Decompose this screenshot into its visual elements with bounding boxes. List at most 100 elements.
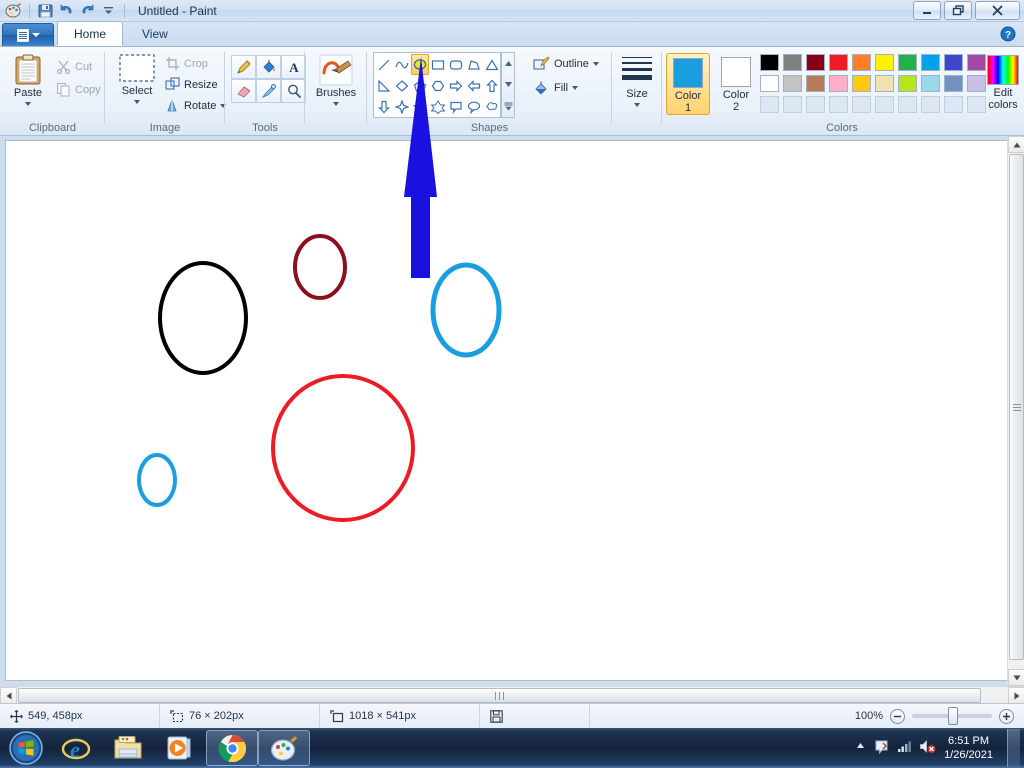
save-icon[interactable] [37,2,54,19]
palette-swatch-r2-c6[interactable] [875,75,894,92]
shape-up-arrow[interactable] [483,75,500,96]
palette-swatch-r3-c5[interactable] [852,96,871,113]
zoom-out-icon[interactable] [890,708,905,724]
scroll-right-icon[interactable] [1008,687,1024,704]
rotate-button[interactable]: Rotate [165,98,227,113]
file-menu-button[interactable] [2,23,54,46]
action-center-icon[interactable] [874,739,889,757]
restore-button[interactable] [944,1,972,20]
tab-view[interactable]: View [126,22,184,46]
volume-muted-icon[interactable] [919,739,936,757]
shape-hexagon[interactable] [429,75,447,96]
palette-swatch-r3-c7[interactable] [898,96,917,113]
palette-swatch-r2-c1[interactable] [760,75,779,92]
vertical-scrollbar[interactable] [1007,136,1024,686]
customize-qat-icon[interactable] [100,2,117,19]
fill-with-color-icon[interactable] [256,55,281,79]
undo-icon[interactable] [58,2,75,19]
zoom-in-icon[interactable] [999,708,1014,724]
scroll-left-icon[interactable] [0,687,17,704]
palette-swatch-r1-c2[interactable] [783,54,802,71]
palette-swatch-r1-c9[interactable] [944,54,963,71]
palette-swatch-r3-c9[interactable] [944,96,963,113]
palette-swatch-r2-c3[interactable] [806,75,825,92]
palette-swatch-r1-c8[interactable] [921,54,940,71]
taskbar-item-paint[interactable] [258,730,310,766]
magnifier-icon[interactable] [281,79,306,103]
redo-icon[interactable] [79,2,96,19]
palette-swatch-r3-c1[interactable] [760,96,779,113]
palette-swatch-r2-c9[interactable] [944,75,963,92]
gallery-scroll-down-icon[interactable] [502,74,514,95]
palette-swatch-r1-c4[interactable] [829,54,848,71]
shape-right-triangle[interactable] [375,75,393,96]
palette-swatch-r1-c7[interactable] [898,54,917,71]
shape-right-arrow[interactable] [447,75,465,96]
shape-rounded-rectangle[interactable] [447,54,465,75]
palette-swatch-r2-c4[interactable] [829,75,848,92]
palette-swatch-r1-c6[interactable] [875,54,894,71]
shape-left-arrow[interactable] [465,75,483,96]
tab-home[interactable]: Home [57,21,124,46]
shape-four-point-star[interactable] [393,96,411,117]
palette-swatch-r1-c5[interactable] [852,54,871,71]
edit-colors-button[interactable]: Edit colors [984,51,1022,113]
taskbar-item-google-chrome[interactable] [206,730,258,766]
palette-swatch-r2-c8[interactable] [921,75,940,92]
minimize-button[interactable] [913,1,941,20]
start-button[interactable] [2,730,50,766]
show-desktop-button[interactable] [1007,729,1020,767]
shape-down-arrow[interactable] [375,96,393,117]
palette-swatch-r2-c7[interactable] [898,75,917,92]
clock[interactable]: 6:51 PM 1/26/2021 [944,734,993,762]
paste-button[interactable]: Paste [6,53,50,106]
taskbar-item-windows-media-player[interactable] [154,730,206,766]
shape-pentagon[interactable] [411,75,429,96]
palette-swatch-r3-c8[interactable] [921,96,940,113]
shapes-gallery-scrollbar[interactable] [501,52,515,118]
text-icon[interactable]: A [281,55,306,79]
gallery-expand-icon[interactable] [502,96,514,117]
close-button[interactable] [975,1,1020,20]
taskbar-item-file-explorer[interactable] [102,730,154,766]
palette-swatch-r3-c2[interactable] [783,96,802,113]
outline-button[interactable]: Outline [533,56,599,72]
paint-icon[interactable] [5,2,22,19]
select-button[interactable]: Select [113,53,161,104]
shape-line[interactable] [375,54,393,75]
drawing-canvas[interactable] [5,140,1008,681]
shape-polygon[interactable] [465,54,483,75]
brushes-button[interactable]: Brushes [313,53,359,106]
palette-swatch-r3-c4[interactable] [829,96,848,113]
palette-swatch-r2-c5[interactable] [852,75,871,92]
shape-five-point-star[interactable] [411,96,429,117]
horizontal-scroll-thumb[interactable] [18,688,981,703]
vertical-scroll-thumb[interactable] [1009,154,1024,660]
pencil-icon[interactable] [231,55,256,79]
resize-button[interactable]: Resize [165,77,218,92]
shape-oval-callout[interactable] [465,96,483,117]
shape-six-point-star[interactable] [429,96,447,117]
scroll-down-icon[interactable] [1008,669,1024,686]
network-icon[interactable] [897,740,911,756]
scroll-up-icon[interactable] [1008,136,1024,153]
horizontal-scrollbar[interactable] [0,686,1024,704]
shape-rectangle[interactable] [429,54,447,75]
palette-swatch-r1-c3[interactable] [806,54,825,71]
show-hidden-icons-button[interactable] [855,741,866,755]
shape-oval[interactable] [411,54,429,75]
gallery-scroll-up-icon[interactable] [502,53,514,74]
shape-curve[interactable] [393,54,411,75]
fill-button[interactable]: Fill [533,80,579,96]
taskbar-item-internet-explorer[interactable]: e [50,730,102,766]
zoom-slider[interactable] [912,707,992,725]
help-button[interactable]: ? [1000,26,1016,45]
shape-triangle[interactable] [483,54,500,75]
zoom-slider-thumb[interactable] [948,707,958,725]
palette-swatch-r2-c2[interactable] [783,75,802,92]
shape-diamond[interactable] [393,75,411,96]
shape-cloud-callout[interactable] [483,96,500,117]
palette-swatch-r1-c1[interactable] [760,54,779,71]
size-button[interactable]: Size [615,57,659,107]
color-picker-icon[interactable] [256,79,281,103]
